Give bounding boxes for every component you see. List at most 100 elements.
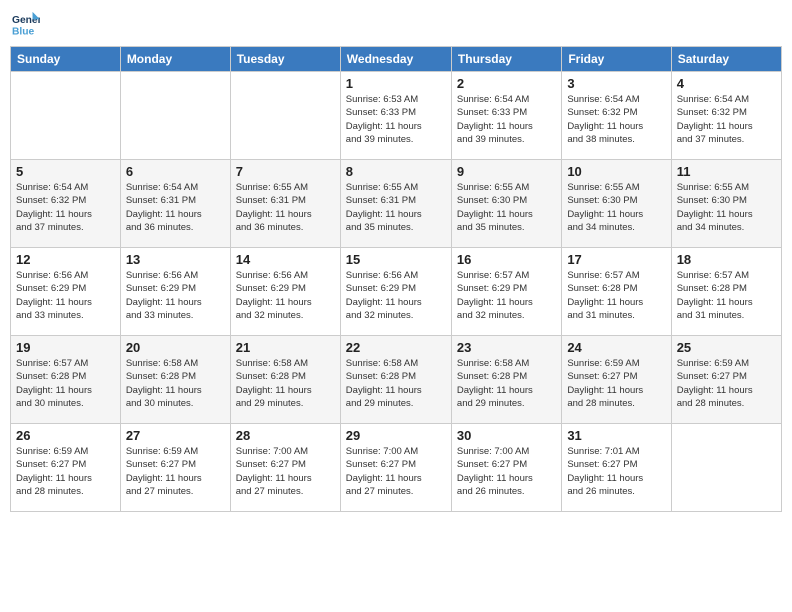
- day-number: 21: [236, 340, 335, 355]
- calendar-cell: 19Sunrise: 6:57 AM Sunset: 6:28 PM Dayli…: [11, 336, 121, 424]
- day-number: 28: [236, 428, 335, 443]
- day-info: Sunrise: 6:56 AM Sunset: 6:29 PM Dayligh…: [346, 269, 446, 322]
- day-number: 17: [567, 252, 665, 267]
- day-number: 13: [126, 252, 225, 267]
- day-info: Sunrise: 6:59 AM Sunset: 6:27 PM Dayligh…: [126, 445, 225, 498]
- day-number: 20: [126, 340, 225, 355]
- weekday-header: Tuesday: [230, 47, 340, 72]
- page-header: General Blue: [10, 10, 782, 38]
- weekday-header: Saturday: [671, 47, 781, 72]
- day-info: Sunrise: 6:59 AM Sunset: 6:27 PM Dayligh…: [16, 445, 115, 498]
- calendar-cell: 16 Sunrise: 6:57 AM Sunset: 6:29 PM Dayli…: [451, 248, 561, 336]
- day-number: 4: [677, 76, 776, 91]
- calendar-cell: 15Sunrise: 6:56 AM Sunset: 6:29 PM Dayli…: [340, 248, 451, 336]
- day-info: Sunrise: 6:56 AM Sunset: 6:29 PM Dayligh…: [236, 269, 335, 322]
- day-number: 8: [346, 164, 446, 179]
- calendar-cell: 12Sunrise: 6:56 AM Sunset: 6:29 PM Dayli…: [11, 248, 121, 336]
- calendar-cell: 7 Sunrise: 6:55 AM Sunset: 6:31 PM Daylig…: [230, 160, 340, 248]
- day-info: Sunrise: 6:58 AM Sunset: 6:28 PM Dayligh…: [457, 357, 556, 410]
- calendar-cell: 30 Sunrise: 7:00 AM Sunset: 6:27 PM Dayli…: [451, 424, 561, 512]
- day-info: Sunrise: 6:55 AM Sunset: 6:30 PM Dayligh…: [677, 181, 776, 234]
- day-info: Sunrise: 6:57 AM Sunset: 6:28 PM Dayligh…: [567, 269, 665, 322]
- day-info: Sunrise: 6:54 AM Sunset: 6:32 PM Dayligh…: [677, 93, 776, 146]
- day-info: Sunrise: 6:53 AM Sunset: 6:33 PM Dayligh…: [346, 93, 446, 146]
- calendar-week-row: 5 Sunrise: 6:54 AM Sunset: 6:32 PM Daylig…: [11, 160, 782, 248]
- calendar-cell: [120, 72, 230, 160]
- day-number: 19: [16, 340, 115, 355]
- day-info: Sunrise: 6:57 AM Sunset: 6:29 PM Dayligh…: [457, 269, 556, 322]
- day-number: 25: [677, 340, 776, 355]
- calendar-cell: 25Sunrise: 6:59 AM Sunset: 6:27 PM Dayli…: [671, 336, 781, 424]
- calendar-cell: 6 Sunrise: 6:54 AM Sunset: 6:31 PM Daylig…: [120, 160, 230, 248]
- weekday-header: Thursday: [451, 47, 561, 72]
- day-info: Sunrise: 6:54 AM Sunset: 6:33 PM Dayligh…: [457, 93, 556, 146]
- day-number: 24: [567, 340, 665, 355]
- calendar-cell: 5 Sunrise: 6:54 AM Sunset: 6:32 PM Daylig…: [11, 160, 121, 248]
- day-number: 2: [457, 76, 556, 91]
- calendar-cell: 22Sunrise: 6:58 AM Sunset: 6:28 PM Dayli…: [340, 336, 451, 424]
- day-info: Sunrise: 7:01 AM Sunset: 6:27 PM Dayligh…: [567, 445, 665, 498]
- day-number: 30: [457, 428, 556, 443]
- day-number: 9: [457, 164, 556, 179]
- day-info: Sunrise: 6:58 AM Sunset: 6:28 PM Dayligh…: [236, 357, 335, 410]
- calendar-cell: 24 Sunrise: 6:59 AM Sunset: 6:27 PM Dayli…: [562, 336, 671, 424]
- day-info: Sunrise: 7:00 AM Sunset: 6:27 PM Dayligh…: [236, 445, 335, 498]
- calendar-cell: 18Sunrise: 6:57 AM Sunset: 6:28 PM Dayli…: [671, 248, 781, 336]
- day-number: 31: [567, 428, 665, 443]
- day-number: 11: [677, 164, 776, 179]
- calendar-cell: 2 Sunrise: 6:54 AM Sunset: 6:33 PM Daylig…: [451, 72, 561, 160]
- calendar-cell: 20Sunrise: 6:58 AM Sunset: 6:28 PM Dayli…: [120, 336, 230, 424]
- weekday-header: Monday: [120, 47, 230, 72]
- calendar-cell: 10Sunrise: 6:55 AM Sunset: 6:30 PM Dayli…: [562, 160, 671, 248]
- calendar-cell: [671, 424, 781, 512]
- day-number: 16: [457, 252, 556, 267]
- day-info: Sunrise: 6:56 AM Sunset: 6:29 PM Dayligh…: [126, 269, 225, 322]
- day-info: Sunrise: 6:54 AM Sunset: 6:32 PM Dayligh…: [567, 93, 665, 146]
- day-number: 6: [126, 164, 225, 179]
- calendar-cell: 4 Sunrise: 6:54 AM Sunset: 6:32 PM Daylig…: [671, 72, 781, 160]
- day-number: 23: [457, 340, 556, 355]
- day-number: 1: [346, 76, 446, 91]
- calendar-cell: 13 Sunrise: 6:56 AM Sunset: 6:29 PM Dayli…: [120, 248, 230, 336]
- calendar-cell: [11, 72, 121, 160]
- day-info: Sunrise: 6:59 AM Sunset: 6:27 PM Dayligh…: [567, 357, 665, 410]
- day-number: 29: [346, 428, 446, 443]
- day-number: 26: [16, 428, 115, 443]
- calendar-cell: 27 Sunrise: 6:59 AM Sunset: 6:27 PM Dayli…: [120, 424, 230, 512]
- calendar-cell: 8 Sunrise: 6:55 AM Sunset: 6:31 PM Daylig…: [340, 160, 451, 248]
- calendar-cell: 29 Sunrise: 7:00 AM Sunset: 6:27 PM Dayli…: [340, 424, 451, 512]
- logo-icon: General Blue: [12, 10, 40, 38]
- weekday-header: Friday: [562, 47, 671, 72]
- calendar-cell: 23 Sunrise: 6:58 AM Sunset: 6:28 PM Dayli…: [451, 336, 561, 424]
- day-info: Sunrise: 6:55 AM Sunset: 6:30 PM Dayligh…: [457, 181, 556, 234]
- day-info: Sunrise: 6:56 AM Sunset: 6:29 PM Dayligh…: [16, 269, 115, 322]
- calendar-header-row: SundayMondayTuesdayWednesdayThursdayFrid…: [11, 47, 782, 72]
- svg-text:Blue: Blue: [12, 26, 35, 37]
- calendar-cell: 26 Sunrise: 6:59 AM Sunset: 6:27 PM Dayli…: [11, 424, 121, 512]
- calendar-week-row: 26 Sunrise: 6:59 AM Sunset: 6:27 PM Dayli…: [11, 424, 782, 512]
- day-number: 27: [126, 428, 225, 443]
- logo: General Blue: [10, 10, 40, 38]
- weekday-header: Wednesday: [340, 47, 451, 72]
- calendar-cell: 9 Sunrise: 6:55 AM Sunset: 6:30 PM Daylig…: [451, 160, 561, 248]
- day-info: Sunrise: 7:00 AM Sunset: 6:27 PM Dayligh…: [346, 445, 446, 498]
- calendar-cell: 28 Sunrise: 7:00 AM Sunset: 6:27 PM Dayli…: [230, 424, 340, 512]
- day-info: Sunrise: 6:58 AM Sunset: 6:28 PM Dayligh…: [346, 357, 446, 410]
- day-number: 3: [567, 76, 665, 91]
- day-number: 7: [236, 164, 335, 179]
- calendar-week-row: 12Sunrise: 6:56 AM Sunset: 6:29 PM Dayli…: [11, 248, 782, 336]
- day-number: 18: [677, 252, 776, 267]
- calendar-week-row: 1 Sunrise: 6:53 AM Sunset: 6:33 PM Daylig…: [11, 72, 782, 160]
- day-info: Sunrise: 7:00 AM Sunset: 6:27 PM Dayligh…: [457, 445, 556, 498]
- calendar-cell: 21 Sunrise: 6:58 AM Sunset: 6:28 PM Dayli…: [230, 336, 340, 424]
- day-info: Sunrise: 6:54 AM Sunset: 6:31 PM Dayligh…: [126, 181, 225, 234]
- day-number: 5: [16, 164, 115, 179]
- day-number: 10: [567, 164, 665, 179]
- day-info: Sunrise: 6:54 AM Sunset: 6:32 PM Dayligh…: [16, 181, 115, 234]
- day-info: Sunrise: 6:55 AM Sunset: 6:31 PM Dayligh…: [346, 181, 446, 234]
- calendar-cell: 17 Sunrise: 6:57 AM Sunset: 6:28 PM Dayli…: [562, 248, 671, 336]
- calendar-week-row: 19Sunrise: 6:57 AM Sunset: 6:28 PM Dayli…: [11, 336, 782, 424]
- calendar-cell: 1 Sunrise: 6:53 AM Sunset: 6:33 PM Daylig…: [340, 72, 451, 160]
- calendar-cell: 3 Sunrise: 6:54 AM Sunset: 6:32 PM Daylig…: [562, 72, 671, 160]
- day-info: Sunrise: 6:55 AM Sunset: 6:31 PM Dayligh…: [236, 181, 335, 234]
